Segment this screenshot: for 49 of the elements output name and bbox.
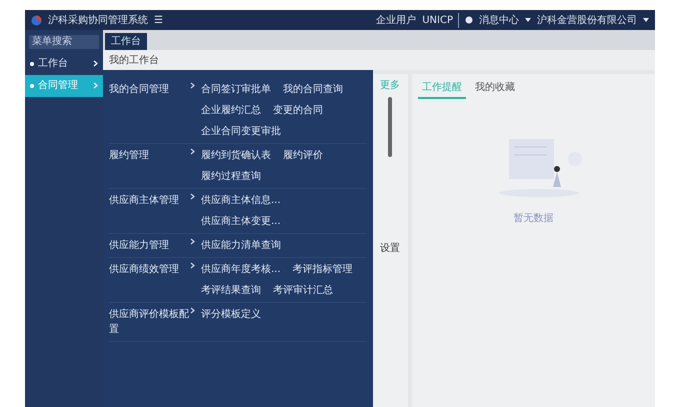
chevron-icon (93, 60, 98, 67)
menu-link[interactable]: 考评结果查询 (201, 283, 261, 298)
scrollbar[interactable] (388, 97, 392, 157)
menu-link[interactable]: 我的合同查询 (283, 82, 343, 97)
menu-category: 供应商主体管理 (109, 194, 179, 208)
menu-link[interactable]: 合同签订审批单 (201, 82, 271, 97)
menu-toggle[interactable]: ☰ (154, 12, 163, 28)
empty-message: 暂无数据 (514, 212, 554, 226)
caret-icon (525, 18, 531, 22)
dot-icon (30, 62, 34, 66)
menu-category: 供应商绩效管理 (109, 262, 179, 277)
menu-link[interactable]: 评分模板定义 (201, 307, 261, 337)
caret-icon (643, 18, 649, 22)
menu-search-field[interactable]: 菜单搜索 (29, 34, 99, 48)
dot-icon (30, 84, 34, 88)
chevron-icon (190, 193, 195, 200)
menu-link[interactable]: 供应商主体变更... (201, 214, 281, 229)
menu-link[interactable]: 变更的合同 (273, 103, 323, 118)
setting-label: 设置 (380, 242, 400, 256)
menu-link[interactable]: 供应商年度考核... (201, 262, 281, 277)
chevron-icon (93, 82, 98, 89)
message-center-link[interactable]: 消息中心 (479, 12, 519, 28)
logo-icon (31, 14, 42, 26)
header-link[interactable]: UNICP (422, 12, 459, 28)
menu-category: 供应商评价模板配置 (109, 308, 190, 337)
chevron-icon (190, 148, 195, 155)
chevron-icon (190, 307, 195, 314)
menu-link[interactable]: 企业履约汇总 (201, 103, 261, 118)
menu-link[interactable]: 履约过程查询 (201, 169, 261, 184)
menu-category: 履约管理 (109, 149, 149, 163)
page-title: 我的工作台 (103, 50, 655, 70)
header-link[interactable]: 企业用户 (376, 12, 416, 28)
menu-category: 供应能力管理 (109, 238, 169, 253)
sidebar-item[interactable]: 工作台 (25, 52, 103, 74)
menu-link[interactable]: 考评指标管理 (292, 262, 353, 277)
chevron-icon (190, 82, 195, 89)
company-name[interactable]: 沪科金营股份有限公司 (537, 12, 637, 28)
chevron-icon (190, 262, 195, 269)
menu-link[interactable]: 企业合同变更审批 (201, 124, 281, 139)
menu-category: 我的合同管理 (109, 82, 169, 97)
page-tab[interactable]: 工作台 (105, 33, 147, 50)
app-title: 沪科采购协同管理系统 (48, 14, 148, 28)
menu-link[interactable]: 履约评价 (283, 148, 323, 163)
menu-link[interactable]: 供应能力清单查询 (201, 238, 281, 253)
menu-link[interactable]: 供应商主体信息... (201, 193, 281, 208)
panel-tab[interactable]: 我的收藏 (471, 78, 519, 99)
menu-link[interactable]: 履约到货确认表 (201, 148, 271, 163)
chevron-icon (190, 238, 195, 245)
menu-link[interactable]: 考评审计汇总 (273, 283, 333, 298)
